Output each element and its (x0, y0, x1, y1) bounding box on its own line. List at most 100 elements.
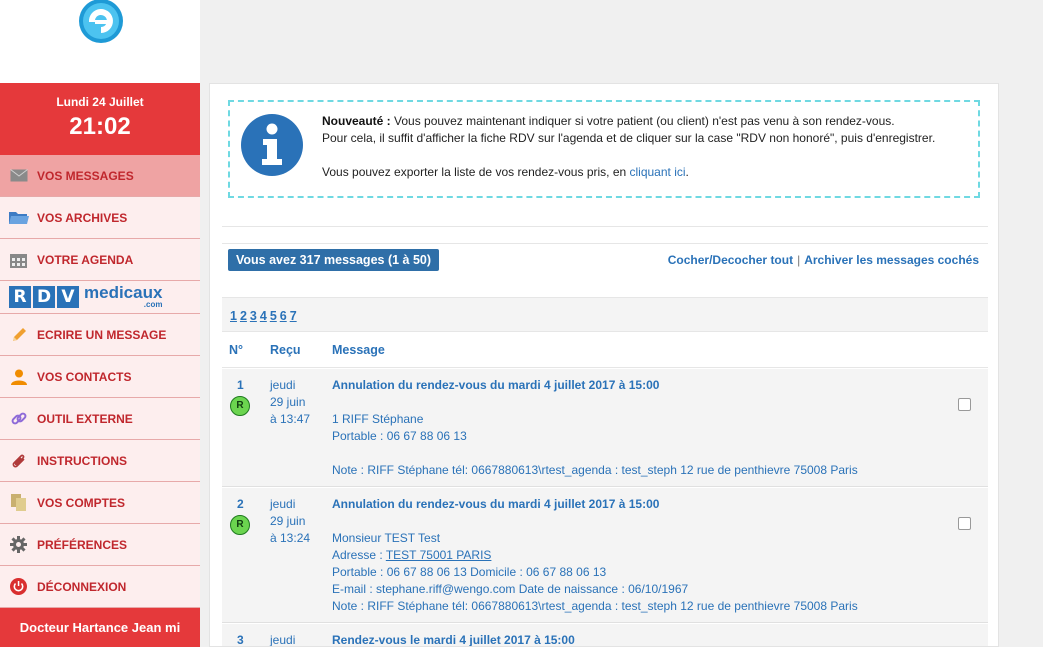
sidebar-item-messages[interactable]: VOS MESSAGES (0, 155, 200, 197)
link-icon (0, 411, 37, 427)
export-link[interactable]: cliquant ici (630, 165, 686, 179)
received-day: jeudi (270, 378, 296, 392)
sidebar: Lundi 24 Juillet 21:02 VOS MESSAGES VOS … (0, 0, 200, 647)
message-subject[interactable]: Rendez-vous le mardi 4 juillet 2017 à 15… (332, 632, 932, 646)
pagination-bar: 1234567 (222, 297, 988, 332)
col-message: Message (332, 343, 385, 357)
info-icon (241, 114, 303, 176)
received-date: jeudi 29 juin à 13:24 (270, 496, 328, 547)
info-line-1: Nouveauté : Vous pouvez maintenant indiq… (322, 113, 972, 130)
address-link[interactable]: TEST 75001 PARIS (386, 548, 492, 562)
paperclip-icon (0, 453, 37, 469)
received-date: jeudi 29 juin à 13:47 (270, 377, 328, 428)
sidebar-item-write-message[interactable]: ECRIRE UN MESSAGE (0, 314, 200, 356)
current-user[interactable]: Docteur Hartance Jean mi (0, 608, 200, 647)
received-day: jeudi (270, 497, 296, 511)
message-subject[interactable]: Annulation du rendez-vous du mardi 4 jui… (332, 377, 932, 394)
message-note: Note : RIFF Stéphane tél: 0667880613\rte… (332, 463, 858, 477)
received-date: jeudi (270, 632, 328, 646)
row-number: 1 (237, 378, 244, 392)
row-checkbox[interactable] (958, 398, 971, 411)
sidebar-nav: VOS MESSAGES VOS ARCHIVES VOTRE AGENDA R… (0, 155, 200, 608)
pagination: 1234567 (230, 309, 300, 323)
logo-area (0, 0, 200, 83)
rdv-medicaux-logo[interactable]: R D V medicaux .com (0, 281, 200, 314)
received-day-month: 29 juin (270, 514, 306, 528)
row-number: 2 (237, 497, 244, 511)
sidebar-item-preferences[interactable]: PRÉFÉRENCES (0, 524, 200, 566)
page-link[interactable]: 7 (290, 309, 297, 323)
info-line-1-text: Vous pouvez maintenant indiquer si votre… (390, 114, 895, 128)
page-link[interactable]: 2 (240, 309, 247, 323)
page-link[interactable]: 6 (280, 309, 287, 323)
rdv-logo-text: medicaux .com (84, 284, 162, 309)
info-export-end: . (685, 165, 689, 179)
message-phone: Portable : 06 67 88 06 13 Domicile : 06 … (332, 565, 607, 579)
pencil-icon (0, 327, 37, 343)
date-time-box: Lundi 24 Juillet 21:02 (0, 83, 200, 155)
user-icon (0, 369, 37, 385)
sidebar-item-contacts[interactable]: VOS CONTACTS (0, 356, 200, 398)
info-text: Nouveauté : Vous pouvez maintenant indiq… (322, 113, 972, 181)
rdv-logo-letter: D (33, 286, 55, 308)
info-line-2: Pour cela, il suffit d'afficher la fiche… (322, 131, 936, 145)
message-body: Rendez-vous le mardi 4 juillet 2017 à 15… (332, 632, 932, 646)
table-row[interactable]: 1 R jeudi 29 juin à 13:47 Annulation du … (222, 369, 988, 487)
toggle-all-link[interactable]: Cocher/Decocher tout (668, 253, 793, 267)
info-line-3: Vous pouvez exporter la liste de vos ren… (322, 164, 972, 181)
received-day-month: 29 juin (270, 395, 306, 409)
actions-separator: | (797, 253, 801, 267)
address-label: Adresse : (332, 548, 386, 562)
message-count-badge: Vous avez 317 messages (1 à 50) (228, 249, 440, 271)
message-name: 1 RIFF Stéphane (332, 412, 424, 426)
sidebar-item-label: VOS CONTACTS (37, 369, 132, 384)
sidebar-item-label: INSTRUCTIONS (37, 453, 127, 468)
received-time: à 13:24 (270, 531, 311, 545)
sidebar-item-accounts[interactable]: VOS COMPTES (0, 482, 200, 524)
gear-icon (0, 536, 37, 553)
rdv-logo-letter: R (9, 286, 31, 308)
status-badge: R (230, 396, 250, 416)
rdv-logo-letter: V (57, 286, 79, 308)
sidebar-item-label: DÉCONNEXION (37, 579, 127, 594)
power-icon (0, 578, 37, 595)
message-name: Monsieur TEST Test (332, 531, 441, 545)
current-time: 21:02 (69, 113, 131, 140)
message-body: Annulation du rendez-vous du mardi 4 jui… (332, 377, 932, 479)
archive-checked-link[interactable]: Archiver les messages cochés (804, 253, 979, 267)
row-checkbox[interactable] (958, 517, 971, 530)
info-new-label: Nouveauté : (322, 114, 391, 128)
page-link[interactable]: 3 (250, 309, 257, 323)
sidebar-item-label: VOS COMPTES (37, 495, 126, 510)
info-export-text: Vous pouvez exporter la liste de vos ren… (322, 165, 630, 179)
message-subject[interactable]: Annulation du rendez-vous du mardi 4 jui… (332, 496, 932, 513)
status-badge: R (230, 515, 250, 535)
row-number: 3 (237, 633, 244, 647)
current-date: Lundi 24 Juillet (56, 95, 144, 109)
page-link[interactable]: 4 (260, 309, 267, 323)
documents-icon (0, 494, 37, 511)
page-link[interactable]: 5 (270, 309, 277, 323)
folder-icon (0, 210, 37, 225)
sidebar-item-agenda[interactable]: VOTRE AGENDA (0, 239, 200, 281)
message-body: Annulation du rendez-vous du mardi 4 jui… (332, 496, 932, 615)
bulk-actions: Cocher/Decocher tout | Archiver les messag… (668, 253, 979, 267)
envelope-icon (0, 169, 37, 182)
message-note: Note : RIFF Stéphane tél: 0667880613\rte… (332, 599, 858, 613)
message-email: E-mail : stephane.riff@wengo.com Date de… (332, 582, 689, 596)
divider (222, 226, 988, 227)
message-address: Adresse : TEST 75001 PARIS (332, 547, 932, 564)
page-link[interactable]: 1 (230, 309, 237, 323)
sidebar-item-instructions[interactable]: INSTRUCTIONS (0, 440, 200, 482)
sidebar-item-logout[interactable]: DÉCONNEXION (0, 566, 200, 608)
col-number: N° (229, 343, 244, 357)
app-logo-icon[interactable] (77, 0, 125, 46)
sidebar-item-label: OUTIL EXTERNE (37, 411, 133, 426)
table-row[interactable]: 2 R jeudi 29 juin à 13:24 Annulation du … (222, 488, 988, 623)
message-phone: Portable : 06 67 88 06 13 (332, 429, 467, 443)
divider (222, 243, 988, 244)
table-row[interactable]: 3 jeudi Rendez-vous le mardi 4 juillet 2… (222, 624, 988, 647)
sidebar-item-archives[interactable]: VOS ARCHIVES (0, 197, 200, 239)
sidebar-item-external-tool[interactable]: OUTIL EXTERNE (0, 398, 200, 440)
table-header: N° Reçu Message (222, 333, 988, 368)
